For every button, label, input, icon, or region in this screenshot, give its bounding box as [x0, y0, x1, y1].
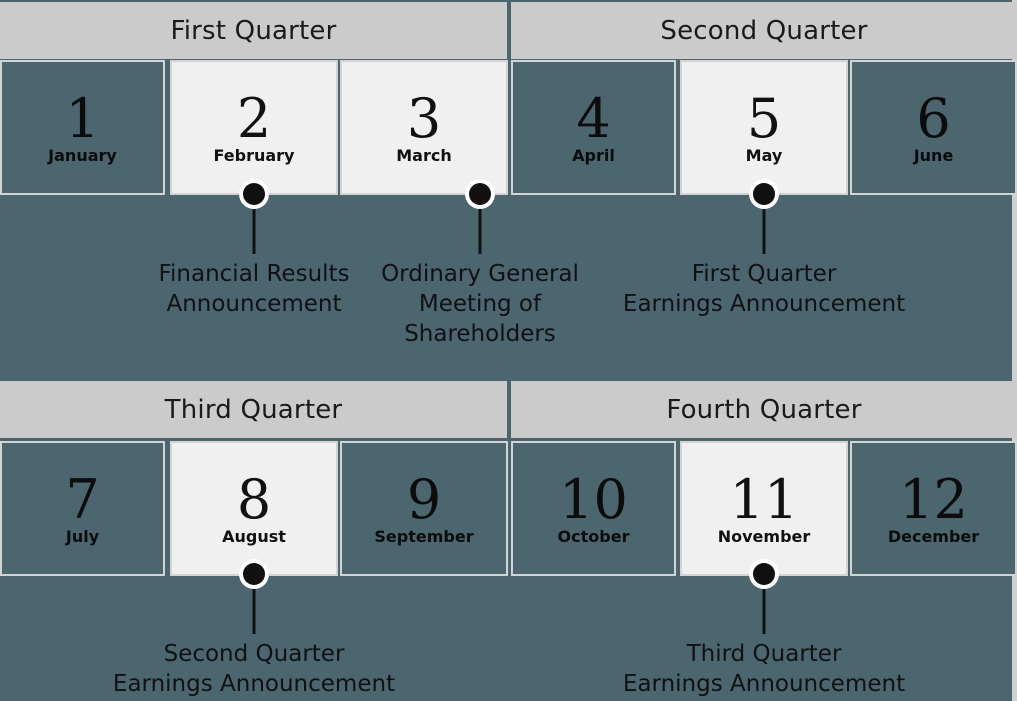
month-number: 8	[236, 467, 272, 531]
month-number: 9	[406, 467, 442, 531]
event-label-line: First Quarter	[691, 261, 837, 287]
event-label-line: Second Quarter	[163, 641, 345, 667]
month-number: 12	[899, 467, 968, 531]
month-cell[interactable]: 10 October	[511, 441, 676, 576]
event-label: Second Quarter Earnings Announcement	[113, 639, 395, 699]
event-marker-icon[interactable]	[749, 559, 779, 589]
event-label-line: Financial Results	[158, 261, 350, 287]
event-label: Ordinary General Meeting of Shareholders	[381, 259, 579, 349]
month-name: September	[374, 527, 474, 547]
event-label-line: Third Quarter	[686, 641, 842, 667]
month-cell[interactable]: 8 August	[170, 441, 338, 576]
month-number: 10	[559, 467, 628, 531]
quarter-header: Second Quarter	[511, 2, 1017, 59]
quarter-header: Fourth Quarter	[511, 381, 1017, 438]
month-cell[interactable]: 12 December	[850, 441, 1017, 576]
quarter-header-label: Third Quarter	[164, 394, 343, 425]
event-label-line: Shareholders	[404, 321, 556, 347]
month-cell[interactable]: 11 November	[680, 441, 848, 576]
month-name: January	[48, 146, 117, 166]
month-cell[interactable]: 6 June	[850, 60, 1017, 195]
month-name: November	[717, 527, 811, 547]
month-number: 3	[406, 86, 442, 150]
month-name: October	[557, 527, 630, 547]
event-label-line: Earnings Announcement	[112, 671, 396, 697]
month-name: June	[913, 146, 954, 166]
month-name: February	[213, 146, 295, 166]
month-name: April	[572, 146, 615, 166]
month-number: 7	[65, 467, 100, 531]
month-cell[interactable]: 2 February	[170, 60, 338, 195]
event-label-line: Announcement	[166, 291, 342, 317]
month-name: May	[745, 146, 783, 166]
month-number: 4	[576, 86, 611, 150]
event-marker-icon[interactable]	[239, 559, 269, 589]
event-marker-icon[interactable]	[239, 179, 269, 209]
quarter-header-label: Second Quarter	[660, 15, 868, 46]
month-cell[interactable]: 3 March	[340, 60, 508, 195]
month-number: 1	[65, 86, 100, 150]
month-cell[interactable]: 1 January	[0, 60, 165, 195]
event-label: First Quarter Earnings Announcement	[623, 259, 905, 319]
event-label-line: Ordinary General	[381, 261, 579, 287]
month-name: March	[396, 146, 452, 166]
month-cell[interactable]: 9 September	[340, 441, 508, 576]
event-marker-icon[interactable]	[749, 179, 779, 209]
month-cell[interactable]: 7 July	[0, 441, 165, 576]
event-marker-icon[interactable]	[465, 179, 495, 209]
event-label-line: Meeting of	[418, 291, 542, 317]
fiscal-calendar-timeline: First Quarter Second Quarter Third Quarter…	[0, 0, 1017, 701]
quarter-header: First Quarter	[0, 2, 507, 59]
quarter-header-label: Fourth Quarter	[666, 394, 862, 425]
month-cell[interactable]: 4 April	[511, 60, 676, 195]
month-name: July	[65, 527, 100, 547]
event-label: Third Quarter Earnings Announcement	[623, 639, 905, 699]
quarter-header-label: First Quarter	[170, 15, 337, 46]
event-label: Financial Results Announcement	[158, 259, 349, 319]
month-cell[interactable]: 5 May	[680, 60, 848, 195]
month-number: 5	[746, 86, 782, 150]
month-name: December	[887, 527, 980, 547]
month-number: 6	[916, 86, 951, 150]
month-name: August	[222, 527, 286, 547]
event-label-line: Earnings Announcement	[622, 291, 906, 317]
event-label-line: Earnings Announcement	[622, 671, 906, 697]
quarter-header: Third Quarter	[0, 381, 507, 438]
month-number: 11	[729, 467, 799, 531]
month-number: 2	[236, 86, 272, 150]
